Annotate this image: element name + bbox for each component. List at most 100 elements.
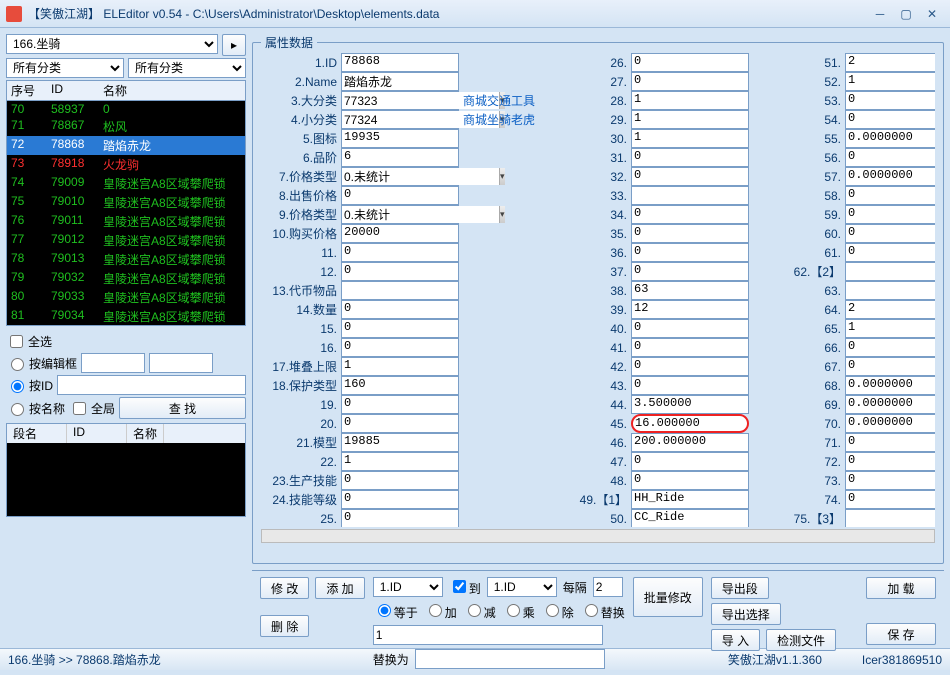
list-row[interactable]: 7679011皇陵迷宫A8区域攀爬锁: [7, 212, 245, 231]
op-plus-radio[interactable]: 加: [424, 601, 457, 621]
prop-value[interactable]: 1: [845, 72, 935, 91]
prop-value[interactable]: 0: [341, 471, 459, 490]
list-row[interactable]: 7579010皇陵迷宫A8区域攀爬锁: [7, 193, 245, 212]
list-row[interactable]: 70589370: [7, 101, 245, 117]
prop-value[interactable]: 0: [631, 243, 749, 262]
search-button[interactable]: 查 找: [119, 397, 246, 419]
prop-value[interactable]: 0: [845, 471, 935, 490]
op-mul-radio[interactable]: 乘: [502, 601, 535, 621]
prop-value[interactable]: 0: [845, 205, 935, 224]
prop-value[interactable]: 3.500000: [631, 395, 749, 414]
export-selection-button[interactable]: 导出选择: [711, 603, 781, 625]
by-id-radio[interactable]: 按ID: [6, 377, 53, 394]
prop-value[interactable]: 踏焰赤龙: [341, 72, 459, 91]
prop-value[interactable]: 0: [341, 262, 459, 281]
prop-link[interactable]: 商城坐骑老虎: [463, 111, 535, 128]
list-row[interactable]: 7979032皇陵迷宫A8区域攀爬锁: [7, 269, 245, 288]
import-button[interactable]: 导 入: [711, 629, 760, 651]
prop-value[interactable]: 0: [631, 224, 749, 243]
list-row[interactable]: 7879013皇陵迷宫A8区域攀爬锁: [7, 250, 245, 269]
prop-value[interactable]: HH_Ride: [631, 490, 749, 509]
prop-value[interactable]: 6: [341, 148, 459, 167]
prop-value[interactable]: 0: [631, 72, 749, 91]
prop-value[interactable]: [341, 281, 459, 300]
results-list[interactable]: 段名 ID 名称: [6, 423, 246, 517]
prop-value[interactable]: CC_Ride: [631, 509, 749, 527]
prop-value[interactable]: 1: [631, 91, 749, 110]
prop-value[interactable]: [845, 262, 935, 281]
delete-button[interactable]: 删 除: [260, 615, 309, 637]
to-field-select[interactable]: 1.ID: [487, 577, 557, 597]
prop-value[interactable]: 0: [631, 471, 749, 490]
prop-value[interactable]: 0: [631, 205, 749, 224]
prop-value[interactable]: 0.0000000: [845, 395, 935, 414]
prop-value[interactable]: 78868: [341, 53, 459, 72]
prop-value[interactable]: 0: [341, 300, 459, 319]
prop-value[interactable]: 0: [341, 414, 459, 433]
prop-value[interactable]: 0: [631, 452, 749, 471]
prop-value[interactable]: 12: [631, 300, 749, 319]
prop-value[interactable]: 0: [341, 338, 459, 357]
prop-value[interactable]: [845, 509, 935, 527]
prop-value[interactable]: 1: [845, 319, 935, 338]
list-row[interactable]: 7378918火龙驹: [7, 155, 245, 174]
prop-value[interactable]: 0: [631, 376, 749, 395]
op-eq-radio[interactable]: 等于: [373, 601, 418, 621]
prop-value[interactable]: ▾: [341, 91, 459, 110]
prop-value[interactable]: 0: [845, 224, 935, 243]
list-row[interactable]: 7178867松风: [7, 117, 245, 136]
prop-value[interactable]: 0: [341, 490, 459, 509]
id-search-input[interactable]: [57, 375, 246, 395]
save-button[interactable]: 保 存: [866, 623, 936, 645]
prop-value[interactable]: 1: [341, 357, 459, 376]
list-row[interactable]: 8079033皇陵迷宫A8区域攀爬锁: [7, 288, 245, 307]
prop-value[interactable]: 0: [845, 490, 935, 509]
value-input[interactable]: [373, 625, 603, 645]
prop-value[interactable]: 0: [341, 395, 459, 414]
prop-value[interactable]: 0.0000000: [845, 376, 935, 395]
prop-value[interactable]: 0.0000000: [845, 129, 935, 148]
prop-value[interactable]: 0: [631, 338, 749, 357]
add-button[interactable]: 添 加: [315, 577, 364, 599]
by-name-radio[interactable]: 按名称: [6, 400, 65, 417]
replace-input[interactable]: [415, 649, 605, 669]
prop-value[interactable]: 0: [845, 110, 935, 129]
check-file-button[interactable]: 检测文件: [766, 629, 836, 651]
every-input[interactable]: [593, 577, 623, 597]
edit1-input[interactable]: [81, 353, 145, 373]
prop-value[interactable]: ▾: [341, 110, 459, 129]
prop-value[interactable]: [845, 281, 935, 300]
category-select[interactable]: 166.坐骑: [6, 34, 218, 54]
prop-link[interactable]: 商城交通工具: [463, 92, 535, 109]
category-next-button[interactable]: ▸: [222, 34, 246, 56]
select-all-checkbox[interactable]: 全选: [6, 332, 52, 351]
subcat1-select[interactable]: 所有分类: [6, 58, 124, 78]
list-row[interactable]: 7479009皇陵迷宫A8区域攀爬锁: [7, 174, 245, 193]
prop-value[interactable]: 0: [631, 319, 749, 338]
prop-value[interactable]: 2: [845, 53, 935, 72]
op-minus-radio[interactable]: 减: [463, 601, 496, 621]
op-rep-radio[interactable]: 替换: [580, 601, 625, 621]
prop-value[interactable]: 200.000000: [631, 433, 749, 452]
prop-value[interactable]: 0: [845, 433, 935, 452]
export-segment-button[interactable]: 导出段: [711, 577, 769, 599]
prop-value[interactable]: 0: [845, 186, 935, 205]
prop-value[interactable]: 1: [631, 129, 749, 148]
prop-value[interactable]: 16.000000: [631, 414, 749, 433]
prop-value[interactable]: 0: [631, 357, 749, 376]
prop-value[interactable]: ▾: [341, 167, 459, 186]
prop-value[interactable]: 0: [845, 338, 935, 357]
prop-value[interactable]: 0: [845, 243, 935, 262]
prop-value[interactable]: 0: [631, 167, 749, 186]
prop-value[interactable]: 0: [341, 509, 459, 527]
by-edit-radio[interactable]: 按编辑框: [6, 355, 77, 372]
list-row[interactable]: 7278868踏焰赤龙: [7, 136, 245, 155]
prop-value[interactable]: 0: [341, 243, 459, 262]
minimize-button[interactable]: ─: [868, 5, 892, 23]
prop-value[interactable]: 20000: [341, 224, 459, 243]
prop-value[interactable]: [631, 186, 749, 205]
horizontal-scrollbar[interactable]: [261, 529, 935, 543]
prop-value[interactable]: 0: [845, 148, 935, 167]
prop-value[interactable]: ▾: [341, 205, 459, 224]
global-checkbox[interactable]: 全局: [69, 399, 115, 418]
